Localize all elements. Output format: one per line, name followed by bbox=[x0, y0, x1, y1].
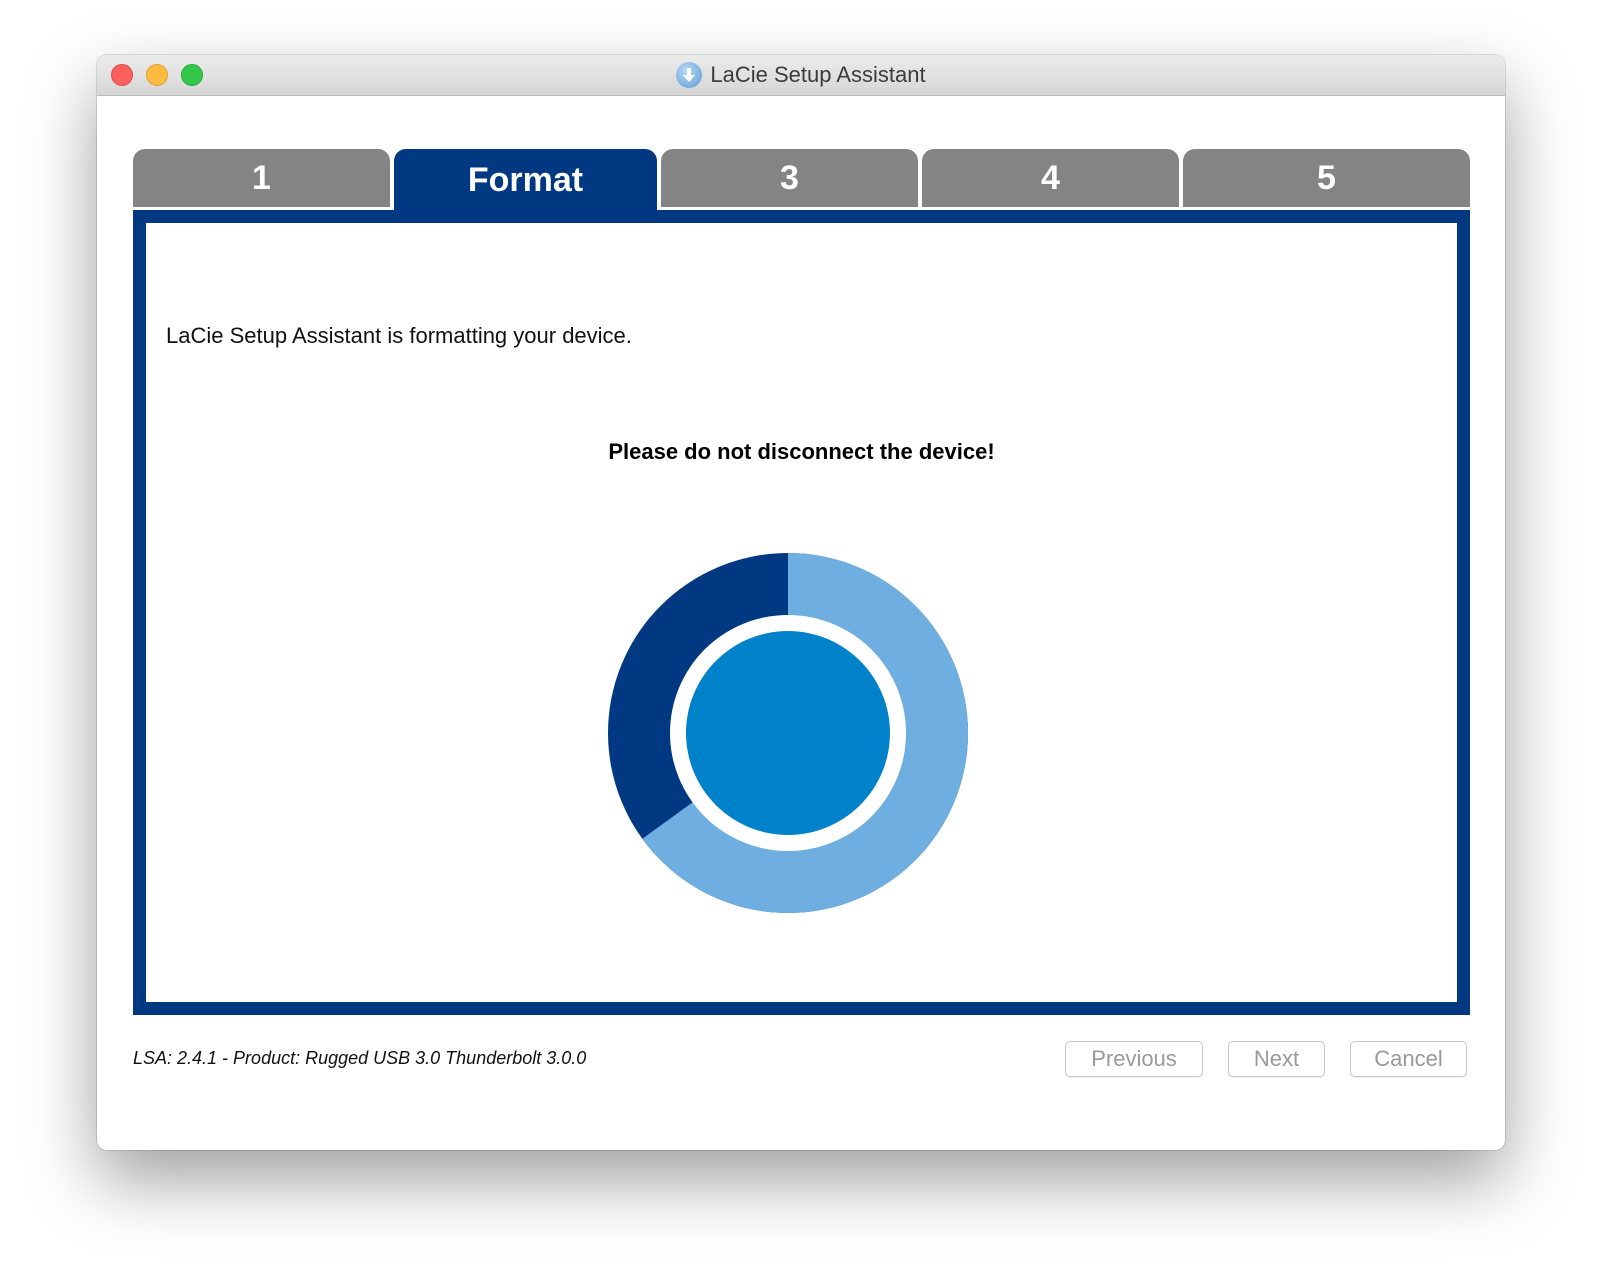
tab-step-5[interactable]: 5 bbox=[1183, 149, 1470, 207]
format-progress bbox=[608, 553, 969, 913]
status-text: LaCie Setup Assistant is formatting your… bbox=[166, 323, 632, 348]
format-panel: LaCie Setup Assistant is formatting your… bbox=[133, 210, 1470, 1015]
previous-button[interactable]: Previous bbox=[1065, 1041, 1203, 1077]
step-tabs: 1 Format 3 4 5 bbox=[133, 149, 1470, 211]
tab-step-4[interactable]: 4 bbox=[922, 149, 1179, 207]
window-title: LaCie Setup Assistant bbox=[710, 62, 926, 87]
download-arrow-icon bbox=[676, 62, 703, 88]
setup-window: LaCie Setup Assistant 1 Format 3 4 5 LaC… bbox=[97, 55, 1505, 1150]
tab-step-1[interactable]: 1 bbox=[133, 149, 390, 207]
cancel-button[interactable]: Cancel bbox=[1350, 1041, 1467, 1077]
next-button[interactable]: Next bbox=[1228, 1041, 1325, 1077]
progress-center-disc bbox=[686, 631, 890, 835]
progress-ring bbox=[608, 553, 969, 913]
tab-format[interactable]: Format bbox=[394, 149, 657, 211]
title-bar: LaCie Setup Assistant bbox=[97, 55, 1505, 96]
tab-step-3[interactable]: 3 bbox=[661, 149, 918, 207]
version-info: LSA: 2.4.1 - Product: Rugged USB 3.0 Thu… bbox=[133, 1048, 587, 1068]
window-title-group: LaCie Setup Assistant bbox=[97, 55, 1505, 95]
warning-text: Please do not disconnect the device! bbox=[608, 439, 995, 464]
